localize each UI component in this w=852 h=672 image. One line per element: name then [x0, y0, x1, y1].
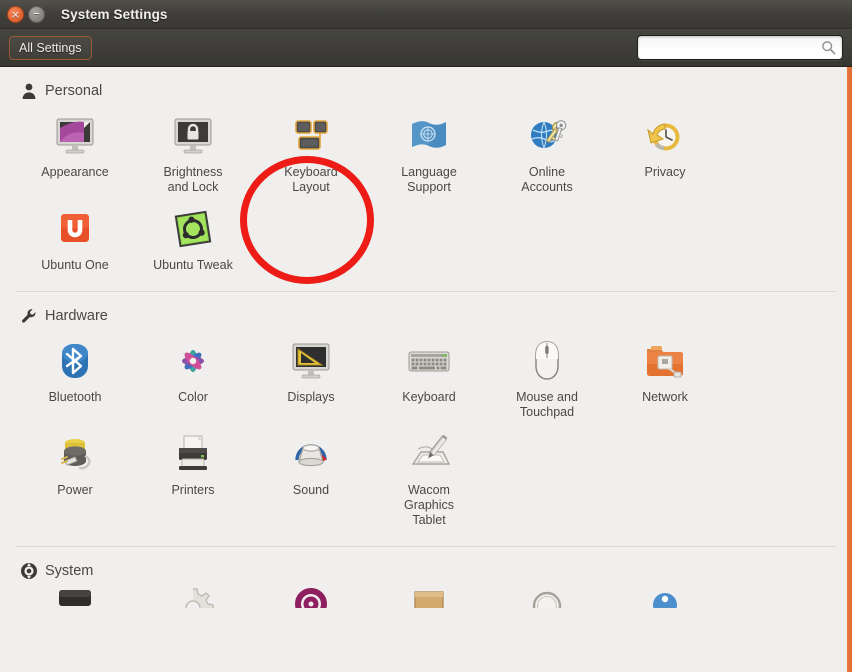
search-icon	[822, 41, 836, 55]
tile-system-details[interactable]	[134, 586, 252, 608]
personal-grid: Appearance Brightness and Lock Keyboard …	[16, 106, 836, 277]
bluetooth-icon	[51, 337, 99, 385]
online-accounts-icon	[523, 112, 571, 160]
title-bar: × – System Settings	[0, 0, 852, 29]
tile-mouse-and-touchpad[interactable]: Mouse and Touchpad	[488, 331, 606, 424]
power-icon	[51, 430, 99, 478]
tile-system-backup[interactable]	[16, 586, 134, 608]
tile-system-time-and-date[interactable]	[488, 586, 606, 608]
close-button[interactable]: ×	[7, 5, 24, 23]
search-box[interactable]	[637, 35, 843, 60]
tile-language-support[interactable]: Language Support	[370, 106, 488, 199]
tile-label: Keyboard Layout	[284, 165, 338, 194]
minimize-button[interactable]: –	[28, 5, 45, 23]
tile-label: Keyboard	[402, 390, 456, 404]
tile-label: Bluetooth	[48, 390, 102, 404]
tile-label: Printers	[171, 483, 215, 497]
tile-label: Color	[178, 390, 208, 404]
tile-power[interactable]: Power	[16, 424, 134, 502]
tile-bluetooth[interactable]: Bluetooth	[16, 331, 134, 409]
section-header-system: System	[20, 562, 836, 580]
universal-access-icon	[641, 586, 689, 608]
tile-color[interactable]: Color	[134, 331, 252, 409]
tile-label: Online Accounts	[521, 165, 573, 194]
system-grid	[16, 586, 836, 608]
landscape-icon	[287, 586, 335, 608]
network-icon	[641, 337, 689, 385]
tile-label: Brightness and Lock	[163, 165, 223, 194]
displays-icon	[287, 337, 335, 385]
section-title-personal: Personal	[45, 83, 103, 99]
vertical-scrollbar[interactable]	[847, 67, 852, 672]
tile-system-universal-access[interactable]	[606, 586, 724, 608]
tile-label: Appearance	[41, 165, 109, 179]
tile-privacy[interactable]: Privacy	[606, 106, 724, 184]
section-header-hardware: Hardware	[20, 307, 836, 325]
language-support-icon	[405, 112, 453, 160]
tile-label: Ubuntu One	[41, 258, 109, 272]
tile-system-software[interactable]	[370, 586, 488, 608]
search-input[interactable]	[644, 40, 821, 55]
tile-brightness-and-lock[interactable]: Brightness and Lock	[134, 106, 252, 199]
toolbar: All Settings	[0, 29, 852, 67]
section-title-hardware: Hardware	[45, 308, 108, 324]
tile-keyboard-layout[interactable]: Keyboard Layout	[252, 106, 370, 199]
section-title-system: System	[45, 563, 94, 579]
section-system: System	[0, 547, 852, 608]
close-icon: ×	[10, 7, 21, 21]
tile-appearance[interactable]: Appearance	[16, 106, 134, 184]
tile-label: Privacy	[644, 165, 686, 179]
tile-label: Power	[57, 483, 93, 497]
tile-label: Wacom Graphics Tablet	[403, 483, 455, 527]
window-title: System Settings	[61, 6, 168, 22]
tile-keyboard[interactable]: Keyboard	[370, 331, 488, 409]
tile-label: Network	[642, 390, 688, 404]
time-date-icon	[523, 586, 571, 608]
wrench-icon	[22, 309, 36, 323]
tile-ubuntu-one[interactable]: Ubuntu One	[16, 199, 134, 277]
printers-icon	[169, 430, 217, 478]
settings-content: Personal Appearance Brightness and Lock …	[0, 67, 852, 672]
tile-label: Language Support	[401, 165, 457, 194]
brightness-lock-icon	[169, 112, 217, 160]
tile-wacom-graphics-tablet[interactable]: Wacom Graphics Tablet	[370, 424, 488, 532]
tile-printers[interactable]: Printers	[134, 424, 252, 502]
backup-icon	[51, 586, 99, 608]
color-icon	[169, 337, 217, 385]
ubuntu-one-icon	[51, 205, 99, 253]
appearance-icon	[51, 112, 99, 160]
ubuntu-tweak-icon	[169, 205, 217, 253]
software-box-icon	[405, 586, 453, 608]
system-gear-icon	[21, 563, 37, 579]
person-icon	[22, 83, 36, 99]
mouse-touchpad-icon	[523, 337, 571, 385]
tile-system-landscape[interactable]	[252, 586, 370, 608]
tile-label: Ubuntu Tweak	[153, 258, 233, 272]
wacom-tablet-icon	[405, 430, 453, 478]
tile-ubuntu-tweak[interactable]: Ubuntu Tweak	[134, 199, 252, 277]
tile-label: Displays	[287, 390, 335, 404]
tile-displays[interactable]: Displays	[252, 331, 370, 409]
section-personal: Personal Appearance Brightness and Lock …	[0, 67, 852, 277]
all-settings-label: All Settings	[19, 40, 82, 55]
tile-label: Sound	[292, 483, 330, 497]
minimize-icon: –	[33, 5, 40, 21]
sound-icon	[287, 430, 335, 478]
details-gear-icon	[169, 586, 217, 608]
keyboard-layout-icon	[287, 112, 335, 160]
privacy-icon	[641, 112, 689, 160]
all-settings-button[interactable]: All Settings	[9, 35, 92, 60]
section-header-personal: Personal	[20, 82, 836, 100]
keyboard-icon	[405, 337, 453, 385]
tile-label: Mouse and Touchpad	[516, 390, 578, 419]
section-hardware: Hardware Bluetooth Color Displays Keyboa…	[0, 292, 852, 532]
hardware-grid: Bluetooth Color Displays Keyboard Mouse …	[16, 331, 836, 532]
tile-network[interactable]: Network	[606, 331, 724, 409]
tile-online-accounts[interactable]: Online Accounts	[488, 106, 606, 199]
tile-sound[interactable]: Sound	[252, 424, 370, 502]
scrollbar-thumb[interactable]	[847, 67, 852, 672]
system-settings-window: × – System Settings All Settings Persona…	[0, 0, 852, 672]
